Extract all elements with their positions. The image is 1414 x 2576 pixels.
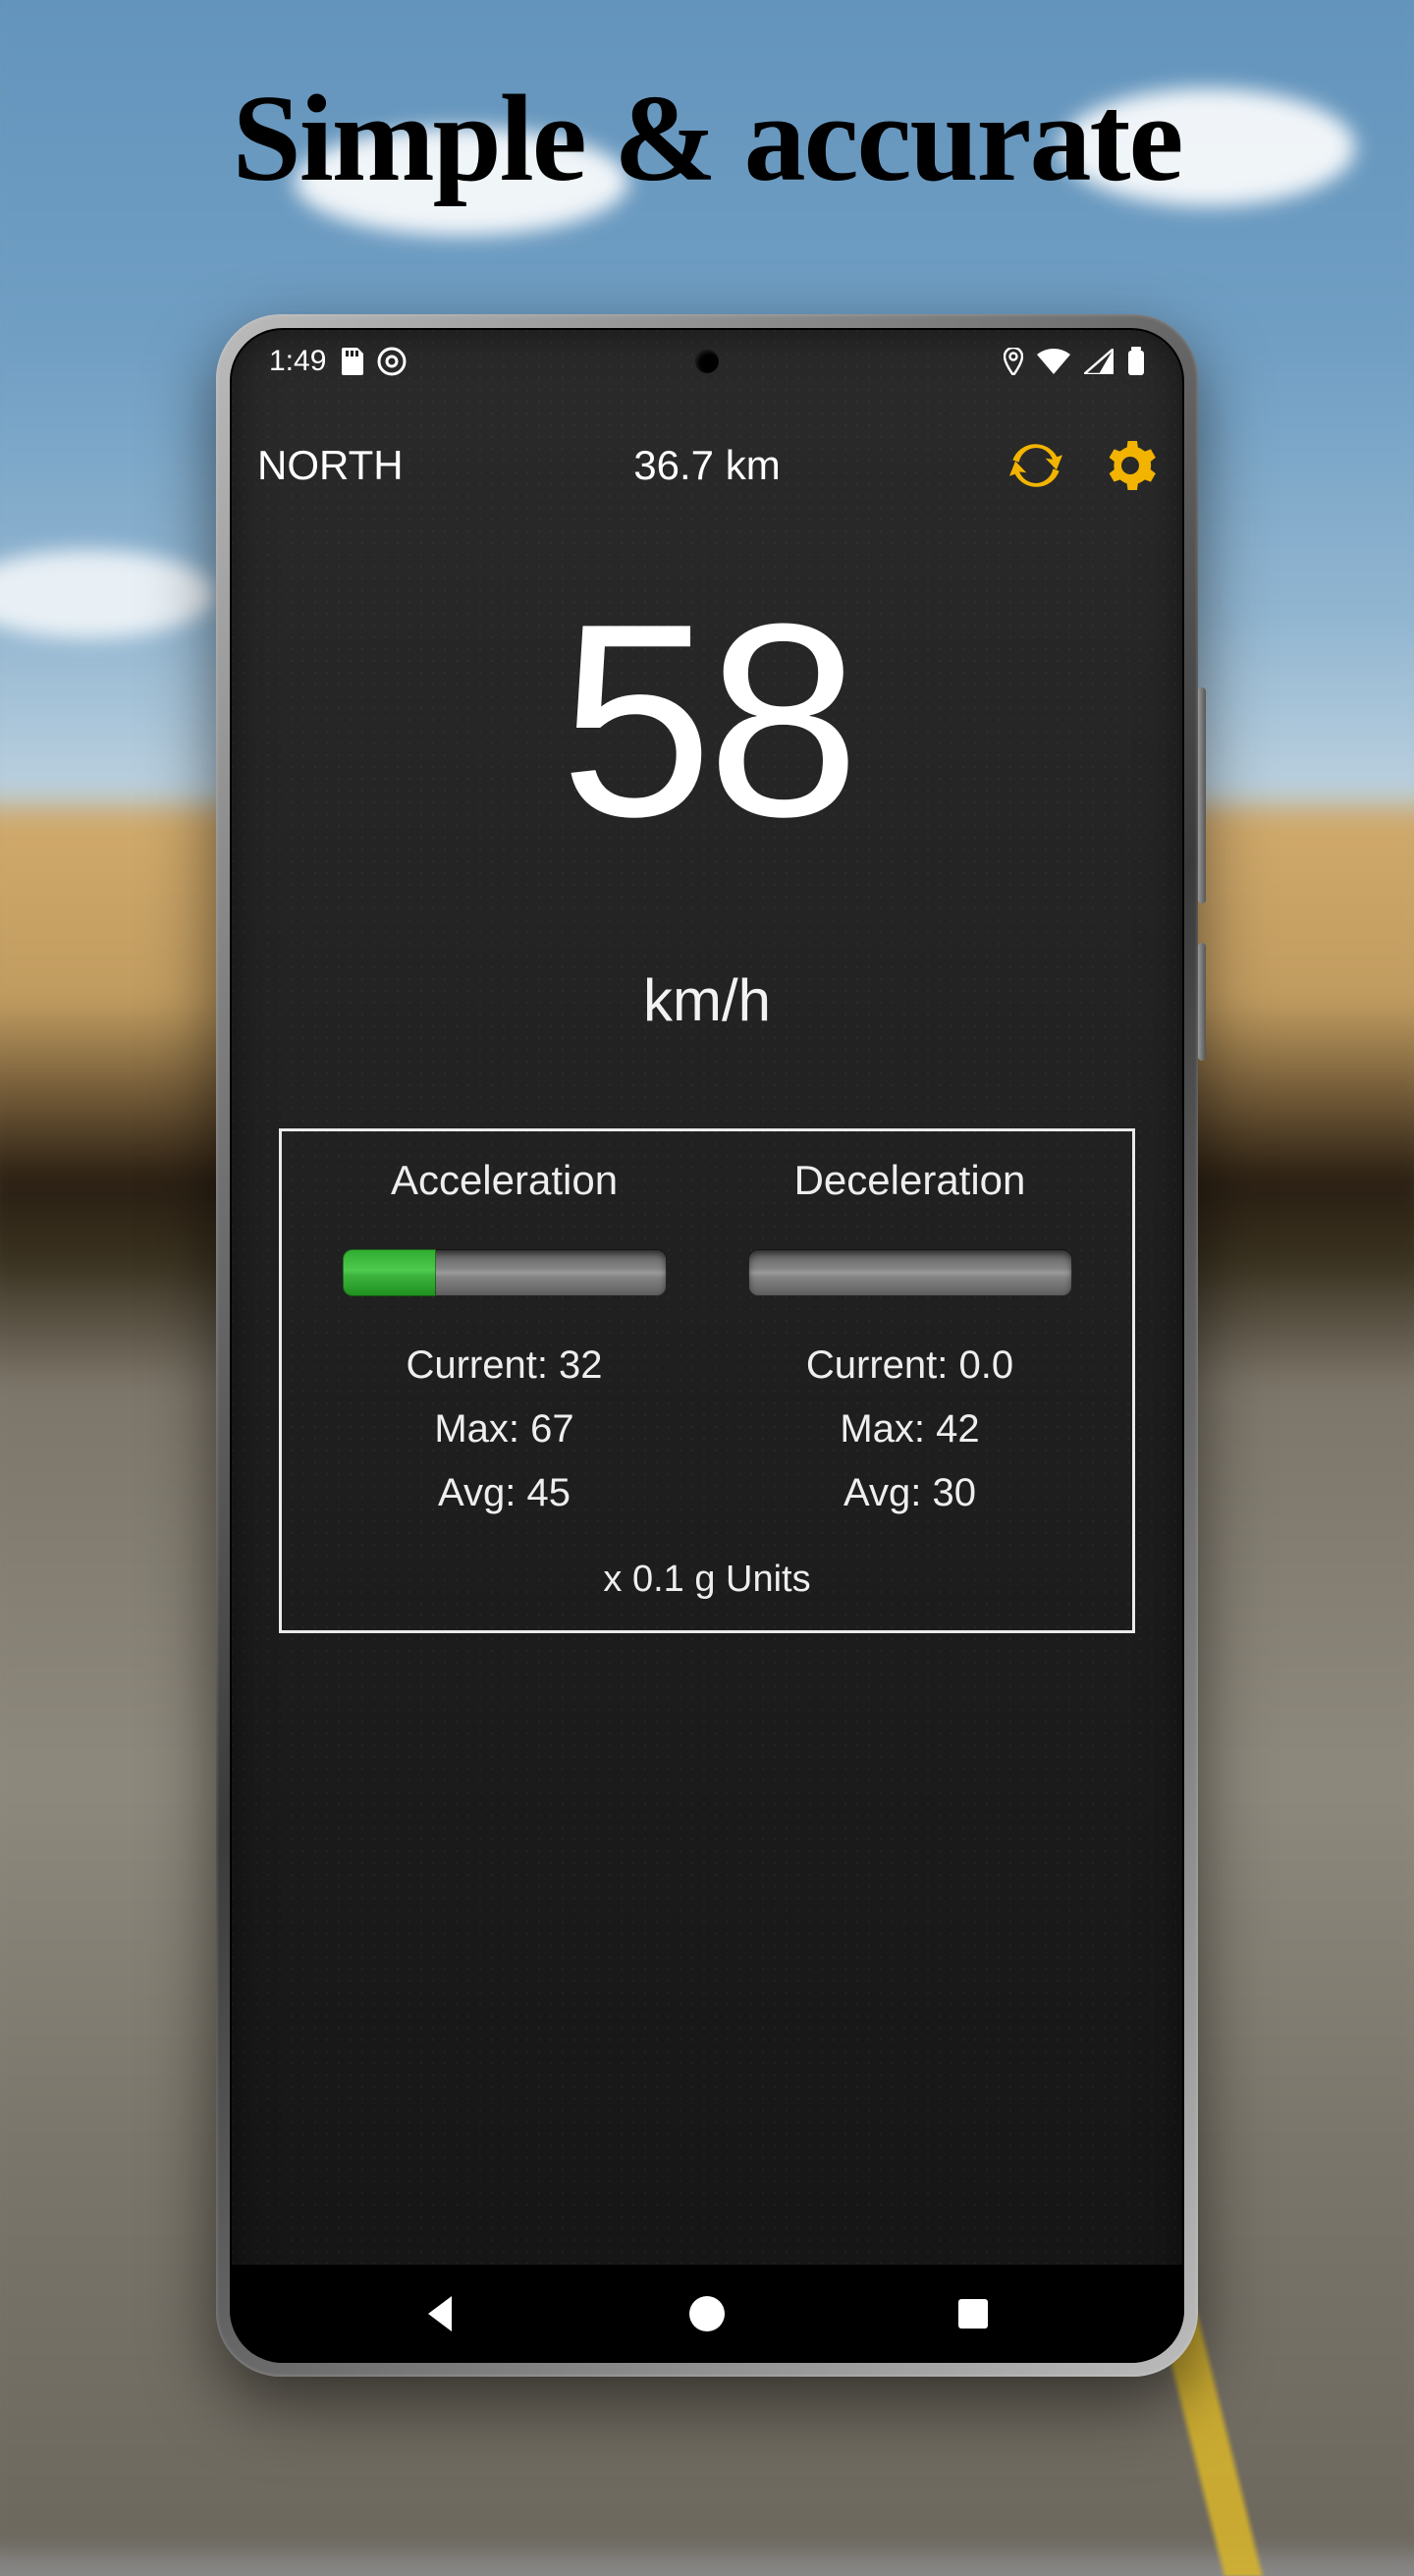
acceleration-bar-fill — [343, 1249, 437, 1296]
refresh-icon — [1009, 439, 1062, 492]
deceleration-bar — [748, 1249, 1072, 1296]
deceleration-title: Deceleration — [707, 1157, 1113, 1204]
nav-back-icon — [424, 2294, 458, 2333]
speed-value: 58 — [230, 583, 1184, 858]
stats-units-footer: x 0.1 g Units — [301, 1559, 1113, 1601]
speed-display: 58 km/h — [230, 583, 1184, 1034]
acceleration-column: Acceleration Current: 32 Max: 67 Avg: 45 — [301, 1157, 707, 1535]
speed-unit: km/h — [230, 966, 1184, 1034]
nav-back-button[interactable] — [424, 2294, 458, 2333]
deceleration-current: Current: 0.0 — [707, 1343, 1113, 1388]
nav-recent-button[interactable] — [956, 2297, 990, 2330]
status-bar: 1:49 — [230, 328, 1184, 395]
settings-button[interactable] — [1104, 439, 1157, 492]
app-status-icon — [377, 347, 407, 376]
nav-home-button[interactable] — [689, 2296, 725, 2331]
sd-card-icon — [340, 348, 363, 375]
phone-side-button — [1198, 943, 1206, 1061]
app-header: NORTH 36.7 km — [230, 426, 1184, 505]
status-time: 1:49 — [269, 345, 326, 378]
acceleration-max: Max: 67 — [301, 1407, 707, 1452]
deceleration-column: Deceleration Current: 0.0 Max: 42 Avg: 3… — [707, 1157, 1113, 1535]
deceleration-max: Max: 42 — [707, 1407, 1113, 1452]
acceleration-title: Acceleration — [301, 1157, 707, 1204]
cell-signal-icon — [1084, 349, 1114, 374]
acceleration-bar — [343, 1249, 667, 1296]
stats-panel: Acceleration Current: 32 Max: 67 Avg: 45… — [279, 1128, 1135, 1633]
nav-recent-icon — [956, 2297, 990, 2330]
wifi-icon — [1037, 349, 1070, 374]
phone-screen: 1:49 NORTH 36.7 km — [230, 328, 1184, 2363]
acceleration-avg: Avg: 45 — [301, 1471, 707, 1515]
gear-icon — [1104, 439, 1157, 492]
phone-frame: 1:49 NORTH 36.7 km — [216, 314, 1198, 2377]
acceleration-current: Current: 32 — [301, 1343, 707, 1388]
deceleration-avg: Avg: 30 — [707, 1471, 1113, 1515]
compass-direction: NORTH — [257, 442, 404, 489]
location-icon — [1004, 348, 1023, 375]
battery-icon — [1127, 347, 1145, 376]
phone-side-button — [1198, 687, 1206, 904]
refresh-button[interactable] — [1009, 439, 1062, 492]
trip-distance: 36.7 km — [633, 442, 780, 489]
android-nav-bar — [230, 2265, 1184, 2363]
headline: Simple & accurate — [0, 69, 1414, 210]
